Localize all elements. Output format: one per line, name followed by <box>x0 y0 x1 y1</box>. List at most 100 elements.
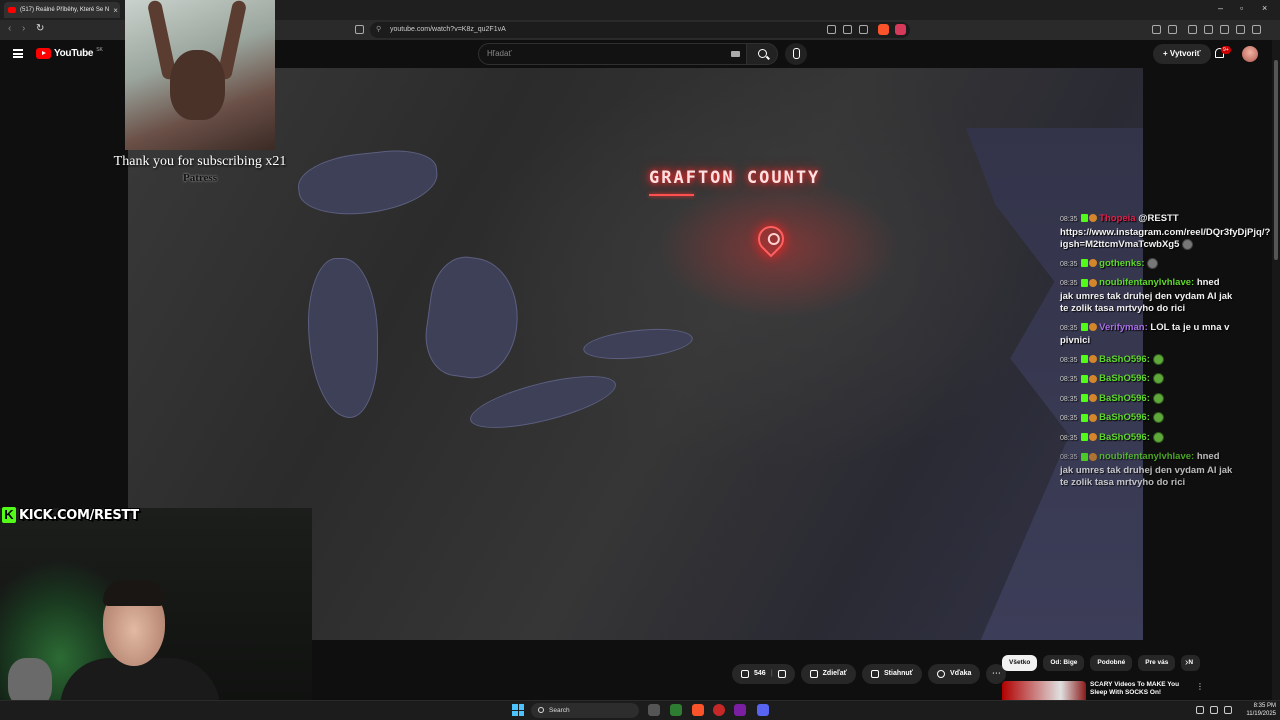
chat-message: 08:35 BaShO596: <box>1060 431 1235 446</box>
avatar[interactable] <box>1242 46 1258 62</box>
screen: (517) Reálné Příběhy, Které Se N × – ▫ ×… <box>0 0 1280 720</box>
terminal-app-icon[interactable] <box>670 704 682 716</box>
thumbs-down-icon[interactable] <box>777 670 786 678</box>
network-tray-icon[interactable] <box>1210 706 1218 714</box>
chat-username: gothenks: <box>1099 257 1145 269</box>
microphone-tray-icon[interactable] <box>1196 706 1204 714</box>
subscriber-alert-image <box>125 0 275 150</box>
discord-app-icon[interactable] <box>757 704 769 716</box>
stream-chat-overlay: 08:35 Thopeia @RESTT https://www.instagr… <box>1060 213 1270 496</box>
extensions-icon[interactable] <box>1152 25 1161 34</box>
chat-username: BaShO596: <box>1099 412 1150 424</box>
create-label: Vytvoriť <box>1169 49 1201 58</box>
chat-message: 08:35 BaShO596: <box>1060 392 1235 407</box>
chat-username: BaShO596: <box>1099 373 1150 385</box>
kick-logo-icon: K <box>2 507 16 523</box>
chat-emote-icon <box>1152 373 1164 385</box>
kick-badge-icon <box>1081 374 1089 383</box>
brave-rewards-icon[interactable] <box>895 24 906 35</box>
search-button[interactable] <box>746 43 778 65</box>
twitch-app-icon[interactable] <box>734 704 746 716</box>
share-page-icon[interactable] <box>859 25 868 34</box>
taskbar-search-label: Search <box>549 707 570 714</box>
system-clock[interactable]: 8:35 PM 11/19/2025 <box>1238 703 1276 718</box>
brave-shields-icon[interactable] <box>878 24 889 35</box>
like-dislike-divider: | <box>770 670 773 677</box>
taskbar-search[interactable]: Search <box>531 703 639 718</box>
like-button[interactable]: 546 | <box>732 664 795 684</box>
download-button[interactable]: Stiahnuť <box>862 664 923 684</box>
windows-start-icon[interactable] <box>512 704 524 716</box>
alert-figure <box>170 50 225 120</box>
scrollbar-thumb[interactable] <box>1274 60 1278 260</box>
lake-erie <box>465 365 621 439</box>
tab-title: (517) Reálné Příběhy, Které Se N <box>20 7 110 13</box>
like-count: 546 <box>754 670 766 677</box>
chat-username: noubifentanylvhlave: <box>1099 451 1195 463</box>
task-view-icon[interactable] <box>648 704 660 716</box>
recommended-video-menu-icon[interactable]: ⋮ <box>1196 682 1204 691</box>
translate-icon[interactable] <box>843 25 852 34</box>
brave-browser-icon[interactable] <box>692 704 704 716</box>
profile-icon[interactable] <box>1236 25 1245 34</box>
chat-timestamp: 08:35 <box>1060 280 1078 288</box>
forward-button[interactable]: › <box>22 23 25 34</box>
maximize-window-button[interactable]: ▫ <box>1240 3 1243 13</box>
keyboard-icon[interactable] <box>731 51 740 57</box>
hamburger-menu-icon[interactable] <box>13 49 23 58</box>
chat-message: 08:35 BaShO596: <box>1060 353 1235 368</box>
obs-app-icon[interactable] <box>713 704 725 716</box>
settings-menu-icon[interactable] <box>1252 25 1261 34</box>
county-label: GRAFTON COUNTY <box>649 168 821 188</box>
back-button[interactable]: ‹ <box>8 23 11 34</box>
filter-chip[interactable]: Od: Bige <box>1043 655 1085 671</box>
search-input[interactable]: Hľadať <box>478 43 748 65</box>
reload-button[interactable]: ↻ <box>36 23 44 34</box>
youtube-logo[interactable]: YouTube SK <box>36 47 103 59</box>
filter-chip[interactable]: Pre vás <box>1138 655 1176 671</box>
close-window-button[interactable]: × <box>1262 3 1267 13</box>
filter-chip[interactable]: Podobné <box>1090 655 1133 671</box>
bookmark-icon[interactable] <box>355 25 364 34</box>
chevron-right-icon[interactable]: › <box>1185 657 1188 668</box>
recommended-video-title[interactable]: SCARY Videos To MAKE You Sleep With SOCK… <box>1090 681 1190 700</box>
chat-timestamp: 08:35 <box>1060 376 1078 384</box>
create-button[interactable]: + Vytvoriť <box>1153 44 1211 64</box>
chat-message: 08:35 BaShO596: <box>1060 412 1235 426</box>
recommended-video-thumbnail[interactable] <box>1002 681 1086 700</box>
kick-badge-icon <box>1081 452 1089 461</box>
thanks-button[interactable]: Vďaka <box>928 664 981 684</box>
notification-count-badge: 9+ <box>1221 46 1231 54</box>
vpn-icon[interactable] <box>1220 25 1229 34</box>
tray-overflow-icon[interactable] <box>1180 706 1188 714</box>
video-actions-bar: 546 | Zdieľať Stiahnuť Vďaka ⋯ <box>732 664 1007 684</box>
site-info-icon[interactable]: ⚲ <box>376 22 381 38</box>
downloads-icon[interactable] <box>1188 25 1197 34</box>
chat-timestamp: 08:35 <box>1060 260 1078 268</box>
tab-close-icon[interactable]: × <box>113 6 118 15</box>
browser-tab[interactable]: (517) Reálné Příběhy, Které Se N × <box>4 2 120 18</box>
thumbs-up-icon <box>741 670 749 678</box>
url-text: youtube.com/watch?v=K8z_qu2F1vA <box>390 26 506 33</box>
chat-emote-icon <box>1147 257 1159 269</box>
kick-badge-icon <box>1081 214 1089 223</box>
chat-emote-icon <box>1152 431 1164 443</box>
cast-icon[interactable] <box>827 25 836 34</box>
voice-search-button[interactable] <box>785 43 807 65</box>
chat-message: 08:35 gothenks: <box>1060 257 1235 272</box>
wallet-icon[interactable] <box>1204 25 1213 34</box>
user-badge-icon <box>1089 413 1098 422</box>
chat-username: BaShO596: <box>1099 392 1150 404</box>
kick-badge-icon <box>1081 259 1089 268</box>
recommendation-filter-chips: Všetko Od: Bige Podobné Pre vás N <box>1002 655 1201 671</box>
chat-timestamp: 08:35 <box>1060 415 1078 423</box>
user-badge-icon <box>1089 259 1098 268</box>
share-button[interactable]: Zdieľať <box>800 664 856 684</box>
thanks-label: Vďaka <box>950 670 972 677</box>
filter-chip[interactable]: Všetko <box>1002 655 1038 671</box>
minimize-window-button[interactable]: – <box>1218 3 1223 13</box>
chat-timestamp: 08:35 <box>1060 216 1078 223</box>
volume-tray-icon[interactable] <box>1224 706 1232 714</box>
chat-emote-icon <box>1182 239 1194 250</box>
sidebar-icon[interactable] <box>1168 25 1177 34</box>
